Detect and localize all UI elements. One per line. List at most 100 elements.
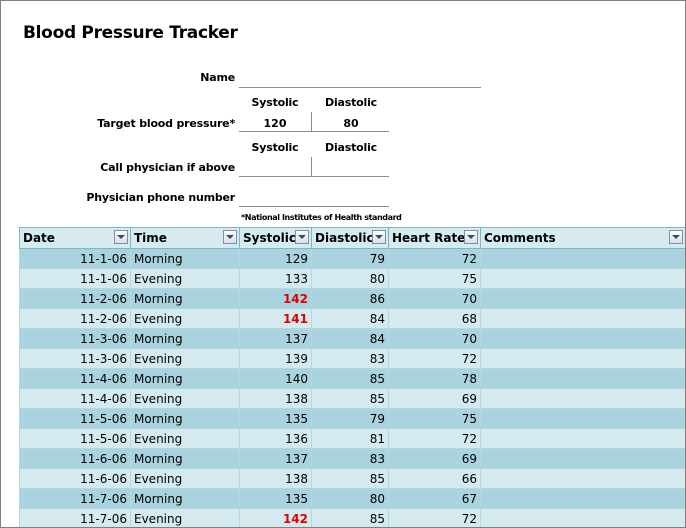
heart-rate-cell[interactable]: 75 — [388, 408, 481, 429]
filter-dropdown-icon[interactable] — [223, 230, 237, 244]
systolic-cell[interactable]: 135 — [239, 408, 312, 429]
date-cell[interactable]: 11-5-06 — [19, 428, 131, 449]
comments-cell[interactable] — [480, 268, 685, 289]
diastolic-cell[interactable]: 85 — [311, 508, 389, 527]
heart-rate-cell[interactable]: 69 — [388, 388, 481, 409]
filter-dropdown-icon[interactable] — [464, 230, 478, 244]
time-cell[interactable]: Morning — [130, 328, 240, 349]
diastolic-cell[interactable]: 84 — [311, 328, 389, 349]
systolic-cell[interactable]: 140 — [239, 368, 312, 389]
date-cell[interactable]: 11-2-06 — [19, 288, 131, 309]
systolic-cell[interactable]: 141 — [239, 308, 312, 329]
date-cell[interactable]: 11-5-06 — [19, 408, 131, 429]
systolic-cell[interactable]: 129 — [239, 248, 312, 269]
comments-cell[interactable] — [480, 488, 685, 509]
comments-cell[interactable] — [480, 288, 685, 309]
time-cell[interactable]: Morning — [130, 408, 240, 429]
date-cell[interactable]: 11-1-06 — [19, 248, 131, 269]
systolic-cell[interactable]: 135 — [239, 488, 312, 509]
footnote: *National Institutes of Health standard — [241, 213, 402, 222]
bp-table: Date Time Systolic Diastolic Heart Rate … — [19, 227, 685, 527]
date-cell[interactable]: 11-4-06 — [19, 368, 131, 389]
time-cell[interactable]: Evening — [130, 508, 240, 527]
date-cell[interactable]: 11-1-06 — [19, 268, 131, 289]
heart-rate-cell[interactable]: 72 — [388, 248, 481, 269]
time-cell[interactable]: Evening — [130, 268, 240, 289]
comments-cell[interactable] — [480, 508, 685, 527]
systolic-cell[interactable]: 136 — [239, 428, 312, 449]
systolic-cell[interactable]: 139 — [239, 348, 312, 369]
systolic-cell[interactable]: 138 — [239, 468, 312, 489]
date-cell[interactable]: 11-3-06 — [19, 328, 131, 349]
diastolic-cell[interactable]: 86 — [311, 288, 389, 309]
diastolic-cell[interactable]: 81 — [311, 428, 389, 449]
heart-rate-cell[interactable]: 78 — [388, 368, 481, 389]
comments-cell[interactable] — [480, 408, 685, 429]
diastolic-cell[interactable]: 85 — [311, 368, 389, 389]
filter-dropdown-icon[interactable] — [372, 230, 386, 244]
filter-dropdown-icon[interactable] — [669, 230, 683, 244]
heart-rate-cell[interactable]: 67 — [388, 488, 481, 509]
heart-rate-cell[interactable]: 75 — [388, 268, 481, 289]
heart-rate-cell[interactable]: 66 — [388, 468, 481, 489]
time-cell[interactable]: Evening — [130, 308, 240, 329]
heart-rate-cell[interactable]: 70 — [388, 288, 481, 309]
heart-rate-cell[interactable]: 68 — [388, 308, 481, 329]
time-cell[interactable]: Evening — [130, 388, 240, 409]
filter-dropdown-icon[interactable] — [295, 230, 309, 244]
comments-cell[interactable] — [480, 248, 685, 269]
table-row: 11-7-06 Evening 142 85 72 — [19, 508, 685, 527]
diastolic-cell[interactable]: 80 — [311, 488, 389, 509]
heart-rate-cell[interactable]: 72 — [388, 508, 481, 527]
date-cell[interactable]: 11-2-06 — [19, 308, 131, 329]
time-cell[interactable]: Morning — [130, 368, 240, 389]
comments-cell[interactable] — [480, 308, 685, 329]
name-field[interactable] — [239, 87, 481, 88]
heart-rate-cell[interactable]: 70 — [388, 328, 481, 349]
time-cell[interactable]: Morning — [130, 288, 240, 309]
date-cell[interactable]: 11-6-06 — [19, 448, 131, 469]
phone-field[interactable] — [239, 206, 389, 207]
comments-cell[interactable] — [480, 448, 685, 469]
diastolic-cell[interactable]: 79 — [311, 248, 389, 269]
diastolic-cell[interactable]: 80 — [311, 268, 389, 289]
comments-cell[interactable] — [480, 328, 685, 349]
target-systolic-header: Systolic — [251, 96, 299, 109]
target-systolic-value[interactable]: 120 — [239, 117, 311, 130]
systolic-cell[interactable]: 142 — [239, 288, 312, 309]
comments-cell[interactable] — [480, 468, 685, 489]
comments-cell[interactable] — [480, 388, 685, 409]
time-cell[interactable]: Evening — [130, 348, 240, 369]
heart-rate-cell[interactable]: 72 — [388, 348, 481, 369]
divider — [239, 131, 389, 132]
target-diastolic-value[interactable]: 80 — [313, 117, 389, 130]
date-cell[interactable]: 11-3-06 — [19, 348, 131, 369]
comments-cell[interactable] — [480, 348, 685, 369]
diastolic-cell[interactable]: 83 — [311, 348, 389, 369]
heart-rate-cell[interactable]: 69 — [388, 448, 481, 469]
time-cell[interactable]: Morning — [130, 448, 240, 469]
time-cell[interactable]: Morning — [130, 488, 240, 509]
systolic-cell[interactable]: 133 — [239, 268, 312, 289]
systolic-cell[interactable]: 142 — [239, 508, 312, 527]
systolic-cell[interactable]: 137 — [239, 328, 312, 349]
comments-cell[interactable] — [480, 428, 685, 449]
systolic-cell[interactable]: 138 — [239, 388, 312, 409]
call-threshold-field[interactable] — [239, 176, 389, 177]
diastolic-cell[interactable]: 83 — [311, 448, 389, 469]
date-cell[interactable]: 11-6-06 — [19, 468, 131, 489]
date-cell[interactable]: 11-7-06 — [19, 488, 131, 509]
heart-rate-cell[interactable]: 72 — [388, 428, 481, 449]
time-cell[interactable]: Evening — [130, 428, 240, 449]
time-cell[interactable]: Evening — [130, 468, 240, 489]
date-cell[interactable]: 11-7-06 — [19, 508, 131, 527]
diastolic-cell[interactable]: 85 — [311, 468, 389, 489]
filter-dropdown-icon[interactable] — [114, 230, 128, 244]
systolic-cell[interactable]: 137 — [239, 448, 312, 469]
time-cell[interactable]: Morning — [130, 248, 240, 269]
comments-cell[interactable] — [480, 368, 685, 389]
diastolic-cell[interactable]: 79 — [311, 408, 389, 429]
date-cell[interactable]: 11-4-06 — [19, 388, 131, 409]
diastolic-cell[interactable]: 84 — [311, 308, 389, 329]
diastolic-cell[interactable]: 85 — [311, 388, 389, 409]
